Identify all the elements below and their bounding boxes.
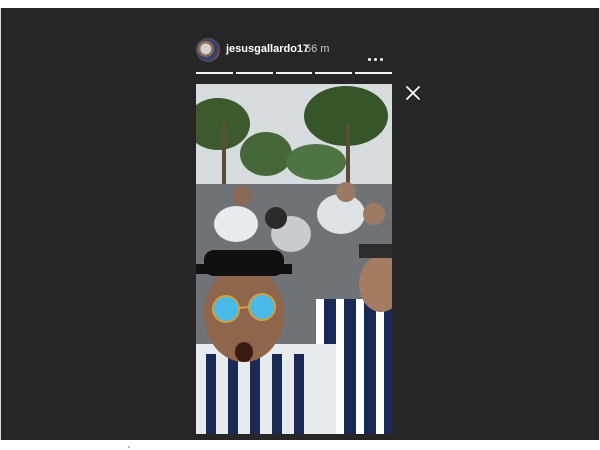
footer-mark xyxy=(128,446,130,448)
user-avatar[interactable] xyxy=(196,38,220,62)
story-progress-segment xyxy=(355,72,392,74)
story-progress-segment xyxy=(315,72,353,74)
story-viewer-overlay[interactable]: jesusgallardo17 56 m xyxy=(0,8,600,440)
story-photo-illustration xyxy=(196,84,392,434)
page-top-strip xyxy=(0,0,600,8)
story-timestamp: 56 m xyxy=(305,43,330,55)
story-username[interactable]: jesusgallardo17 xyxy=(226,43,309,55)
close-icon[interactable] xyxy=(405,85,421,101)
more-options-icon[interactable] xyxy=(368,44,388,61)
page-bottom-strip xyxy=(0,440,600,450)
story-progress-bar xyxy=(196,72,392,74)
story-progress-segment xyxy=(235,72,273,74)
story-progress-segment xyxy=(196,72,233,74)
story-header: jesusgallardo17 56 m xyxy=(196,38,396,64)
story-photo[interactable] xyxy=(196,84,392,434)
story-progress-segment xyxy=(275,72,313,74)
